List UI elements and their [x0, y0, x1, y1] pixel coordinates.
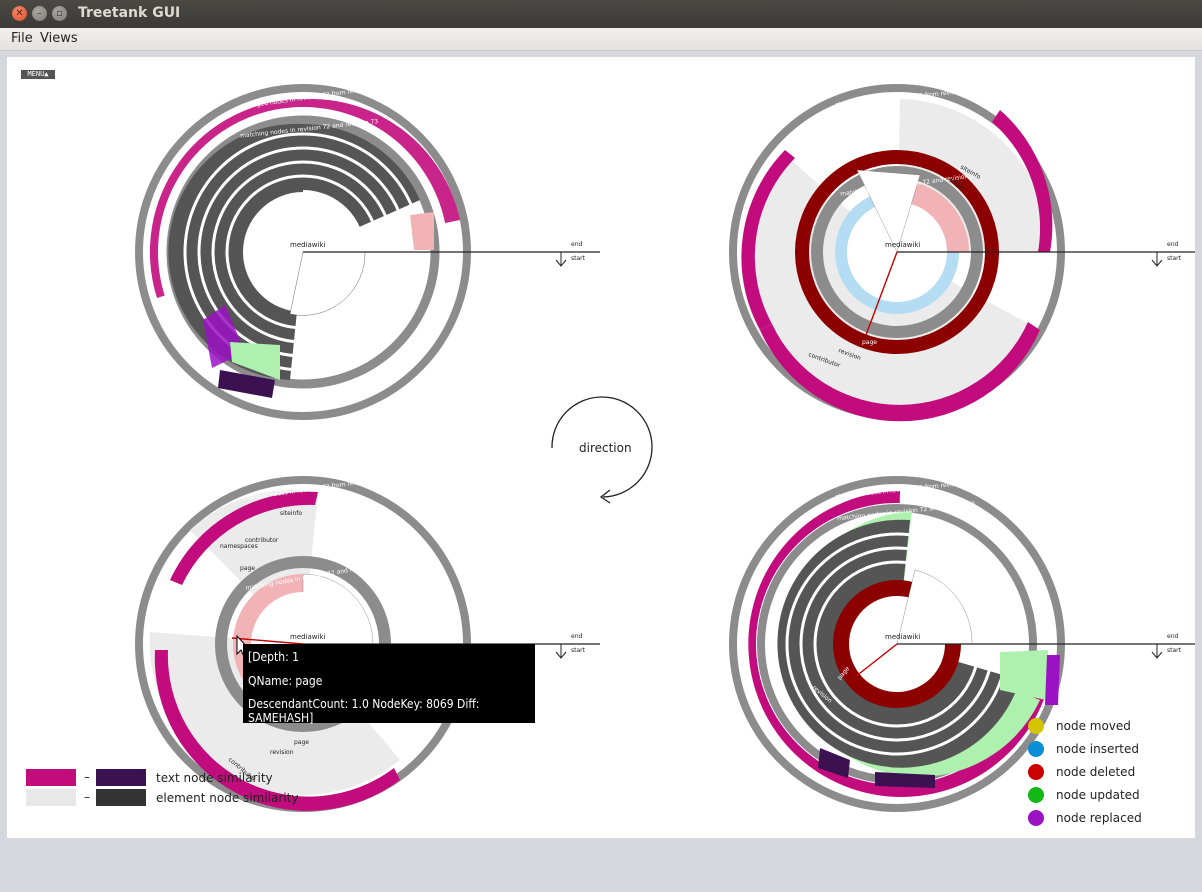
end-label: end [1167, 241, 1178, 248]
deleted-arc [410, 212, 434, 250]
end-label: end [571, 633, 582, 640]
root-label: mediawiki [290, 241, 326, 249]
start-label: start [1167, 255, 1182, 262]
node-label: page [240, 565, 255, 572]
node-moved-icon [1028, 718, 1044, 734]
sunburst-views: end start mediawiki changed nodes in rev… [135, 84, 1195, 812]
root-label: mediawiki [290, 633, 326, 641]
legend-dash: – [84, 770, 90, 784]
text-similarity-from-swatch [26, 769, 76, 786]
sunburst-panel-4: end start mediawiki changed nodes in rev… [729, 476, 1195, 812]
legend-node-deleted: node deleted [1056, 765, 1136, 779]
node-deleted-icon [1028, 764, 1044, 780]
node-replaced-icon [1028, 810, 1044, 826]
sunburst-panel-1: end start mediawiki changed nodes in rev… [135, 84, 600, 420]
end-label: end [571, 241, 582, 248]
start-label: start [571, 255, 586, 262]
legend-node-replaced: node replaced [1056, 811, 1142, 825]
sunburst-panel-2: end start mediawiki changed nodes in rev… [729, 84, 1195, 422]
legend-node-updated: node updated [1056, 788, 1140, 802]
replaced-arc [1045, 655, 1060, 705]
tooltip-details: DescendantCount: 1.0 NodeKey: 8069 Diff:… [248, 697, 480, 725]
end-label: end [1167, 633, 1178, 640]
node-inserted-icon [1028, 741, 1044, 757]
node-updated-icon [1028, 787, 1044, 803]
node-label: revision [270, 749, 294, 756]
node-label: contributor [245, 537, 279, 544]
node-label: namespaces [220, 543, 258, 550]
node-label: page [294, 739, 309, 746]
direction-indicator: direction [551, 396, 653, 504]
root-label: mediawiki [885, 633, 921, 641]
legend-node-moved: node moved [1056, 719, 1131, 733]
legend-node-inserted: node inserted [1056, 742, 1139, 756]
direction-label: direction [579, 441, 632, 455]
text-similarity-to-swatch [96, 769, 146, 786]
element-similarity-to-swatch [96, 789, 146, 806]
node-label: page [862, 339, 877, 346]
element-similarity-label: element node similarity [156, 791, 299, 805]
node-label: siteinfo [280, 510, 302, 517]
start-label: start [1167, 647, 1182, 654]
tooltip-depth: [Depth: 1 [248, 650, 300, 664]
text-similarity-label: text node similarity [156, 771, 273, 785]
legend-dash: – [84, 790, 90, 804]
node-tooltip: [Depth: 1 QName: page DescendantCount: 1… [243, 644, 535, 725]
tooltip-qname: QName: page [248, 674, 323, 688]
element-similarity-from-swatch [26, 789, 76, 806]
root-label: mediawiki [885, 241, 921, 249]
start-label: start [571, 647, 586, 654]
